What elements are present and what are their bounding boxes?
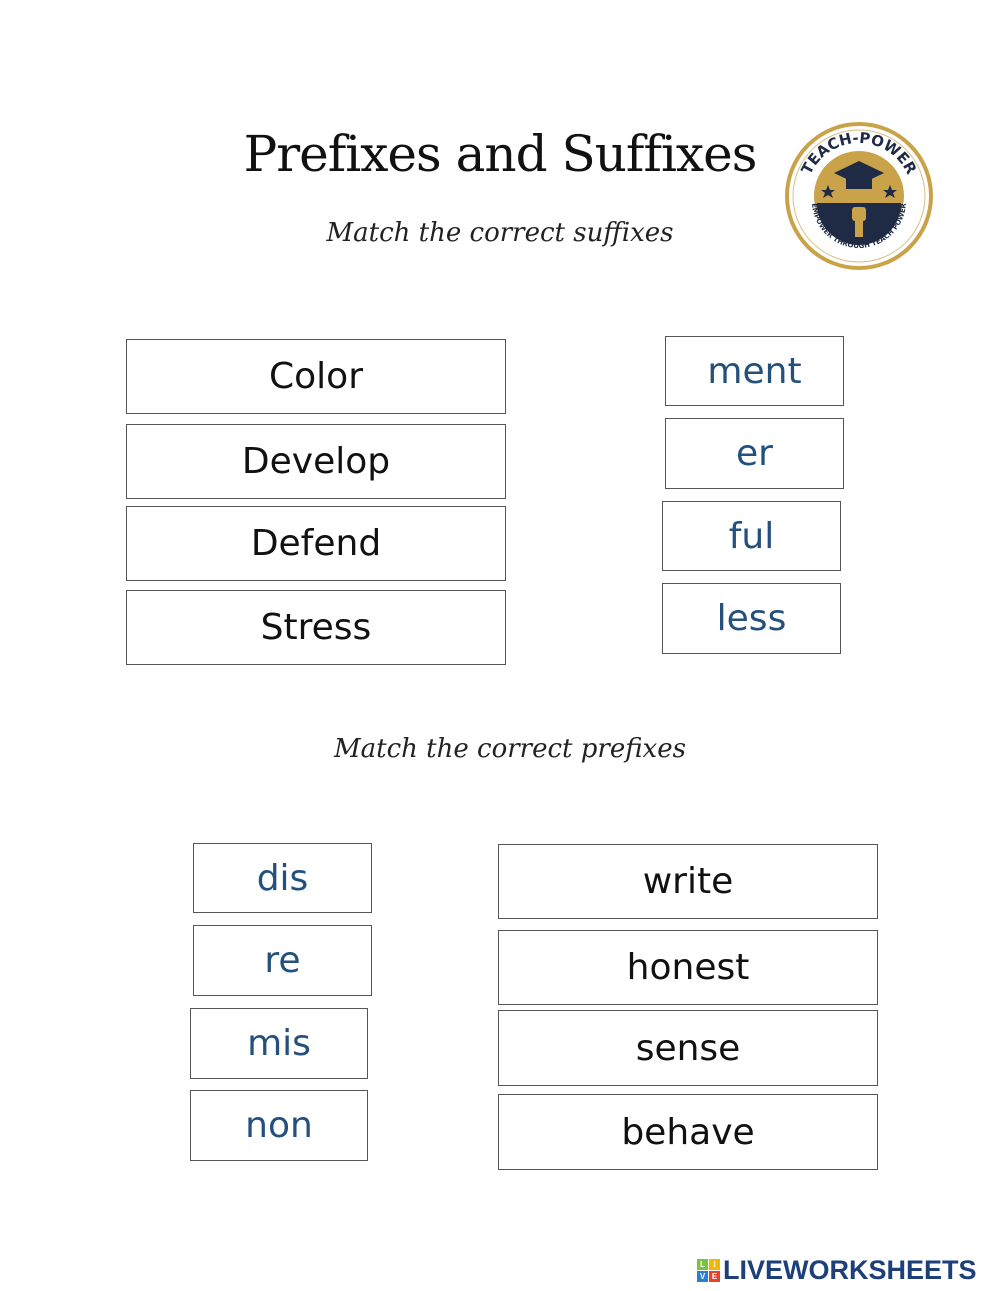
- badge-letter: I: [709, 1258, 720, 1270]
- prefix-card-label: non: [245, 1105, 313, 1146]
- word-card[interactable]: behave: [498, 1094, 878, 1170]
- word-card-label: Defend: [250, 523, 382, 564]
- prefix-card-label: mis: [247, 1023, 311, 1064]
- prefix-card[interactable]: dis: [193, 843, 372, 913]
- suffix-card[interactable]: less: [662, 583, 841, 654]
- word-card[interactable]: honest: [498, 930, 878, 1005]
- word-card[interactable]: Develop: [126, 424, 506, 499]
- suffix-card[interactable]: ment: [665, 336, 844, 406]
- suffix-instruction: Match the correct suffixes: [326, 218, 674, 248]
- prefix-card-label: dis: [256, 857, 309, 899]
- suffix-card-label: ful: [728, 515, 775, 557]
- prefix-instruction: Match the correct prefixes: [334, 734, 686, 764]
- word-card-label: honest: [626, 947, 750, 988]
- brand-name: LIVEWORKSHEETS: [723, 1254, 977, 1285]
- word-card-label: Stress: [260, 607, 372, 648]
- prefix-card[interactable]: mis: [190, 1008, 368, 1079]
- liveworksheets-brand: L I V E LIVEWORKSHEETS: [697, 1254, 977, 1285]
- suffix-card-label: less: [716, 598, 787, 639]
- suffix-card[interactable]: er: [665, 418, 844, 489]
- prefix-card[interactable]: re: [193, 925, 372, 996]
- suffix-card[interactable]: ful: [662, 501, 841, 571]
- prefix-card-label: re: [264, 940, 301, 981]
- word-card-label: behave: [621, 1111, 755, 1153]
- suffix-card-label: ment: [707, 350, 802, 392]
- logo-badge-icon: TEACH-POWER EMPOWER THROUGH TEACH POWER: [785, 122, 933, 270]
- word-card-label: write: [642, 861, 734, 902]
- word-card[interactable]: Color: [126, 339, 506, 414]
- live-badge-icon: L I V E: [697, 1258, 720, 1282]
- prefix-card[interactable]: non: [190, 1090, 368, 1161]
- badge-letter: L: [697, 1258, 708, 1270]
- word-card[interactable]: Stress: [126, 590, 506, 665]
- word-card[interactable]: sense: [498, 1010, 878, 1086]
- word-card[interactable]: write: [498, 844, 878, 919]
- badge-letter: E: [709, 1270, 720, 1282]
- word-card-label: sense: [635, 1027, 741, 1069]
- suffix-card-label: er: [736, 433, 773, 474]
- teach-power-logo: TEACH-POWER EMPOWER THROUGH TEACH POWER: [784, 121, 934, 271]
- word-card-label: Color: [269, 356, 363, 397]
- word-card[interactable]: Defend: [126, 506, 506, 581]
- word-card-label: Develop: [241, 441, 391, 482]
- badge-letter: V: [697, 1270, 708, 1282]
